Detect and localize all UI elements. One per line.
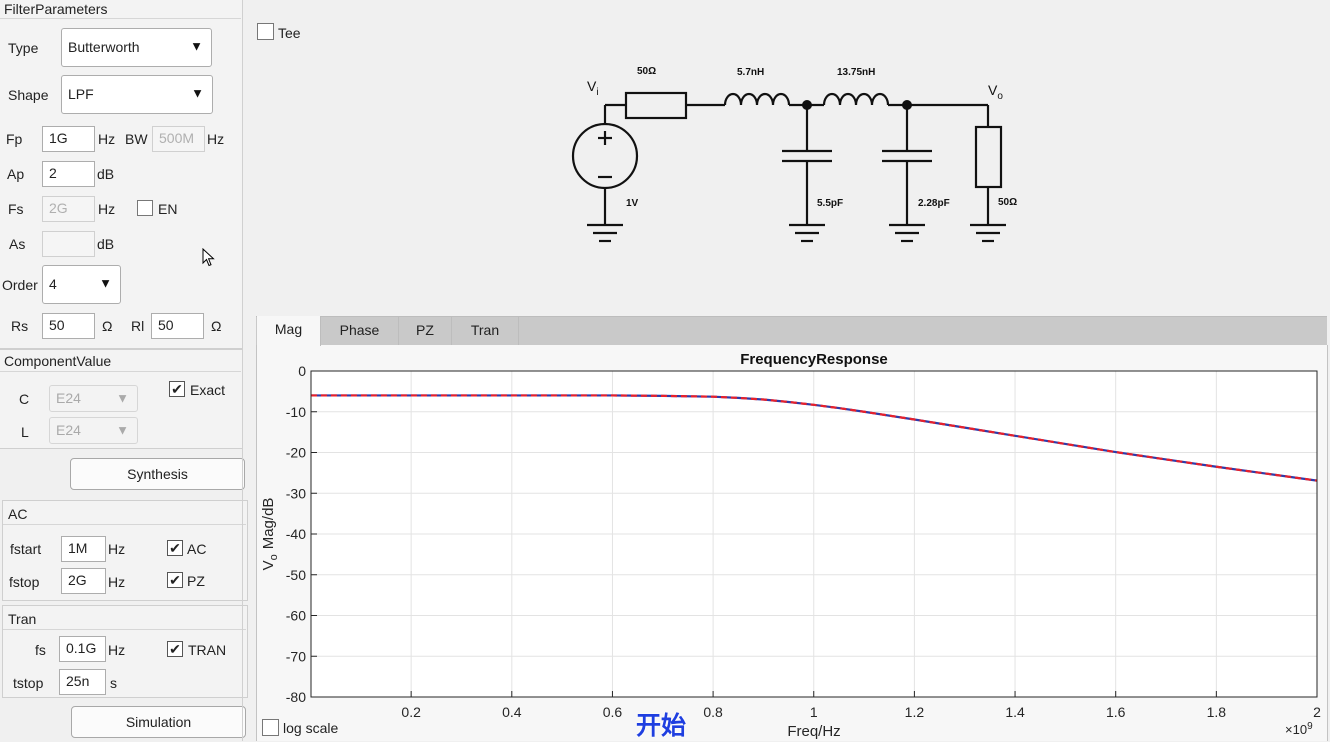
y-tick-label: -60 — [286, 608, 306, 624]
x-tick-label: 0.6 — [603, 704, 623, 720]
y-tick-label: -80 — [286, 689, 306, 705]
overlay-start-text: 开始 — [636, 711, 687, 740]
y-axis-label-sub: o — [268, 554, 280, 560]
y-tick-label: -40 — [286, 526, 306, 542]
log-scale-checkbox[interactable] — [262, 719, 279, 736]
y-tick-label: -50 — [286, 567, 306, 583]
x-axis-multiplier: ×109 — [1285, 721, 1313, 737]
y-axis-label: Vo Mag/dB — [260, 498, 280, 571]
y-tick-label: -30 — [286, 485, 306, 501]
x-tick-label: 0.8 — [703, 704, 723, 720]
x-tick-label: 1 — [810, 704, 818, 720]
log-scale-label: log scale — [283, 720, 339, 736]
x-tick-label: 1.4 — [1005, 704, 1025, 720]
frequency-response-chart: 0.2 0.4 0.6 0.8 1 1.2 1.4 1.6 1.8 2 0 -10 -20 -30 -40… — [260, 351, 1321, 740]
x-tick-label: 1.2 — [905, 704, 925, 720]
y-axis-label-main: V — [260, 560, 277, 570]
y-tick-label: -70 — [286, 648, 306, 664]
y-tick-label: 0 — [298, 363, 306, 379]
x-axis-label: Freq/Hz — [787, 723, 840, 740]
x-tick-label: 2 — [1313, 704, 1321, 720]
y-tick-label: -10 — [286, 404, 306, 420]
y-axis-label-rest: Mag/dB — [260, 498, 277, 550]
y-tick-label: -20 — [286, 445, 306, 461]
x-tick-label: 0.4 — [502, 704, 522, 720]
x-tick-label: 1.6 — [1106, 704, 1126, 720]
x-tick-label: 1.8 — [1207, 704, 1227, 720]
chart-title: FrequencyResponse — [740, 351, 888, 368]
x-multiplier-base: ×10 — [1285, 722, 1307, 737]
x-multiplier-exp: 9 — [1307, 721, 1313, 732]
x-tick-label: 0.2 — [401, 704, 421, 720]
